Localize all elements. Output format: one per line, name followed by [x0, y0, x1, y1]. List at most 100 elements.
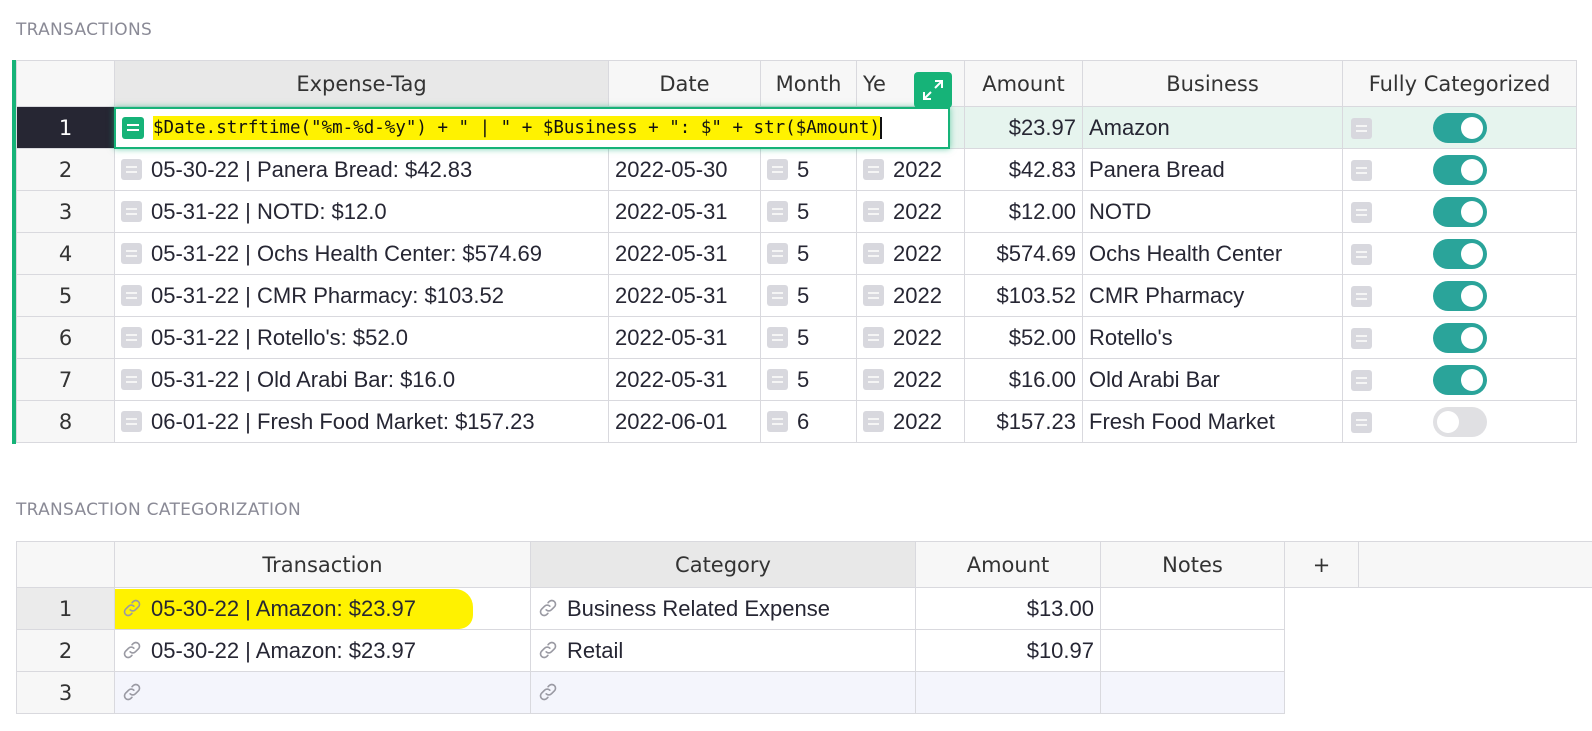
categorized-toggle[interactable]	[1432, 364, 1487, 395]
fully-categorized-cell[interactable]	[1342, 274, 1577, 317]
row-number[interactable]: 4	[16, 232, 115, 275]
fully-categorized-cell[interactable]	[1342, 106, 1577, 149]
expense-tag-cell[interactable]: 05-31-22 | Old Arabi Bar: $16.0	[114, 358, 609, 401]
amount-cell[interactable]: $574.69	[964, 232, 1083, 275]
category-ref-cell[interactable]	[530, 671, 916, 714]
notes-cell[interactable]	[1100, 629, 1285, 672]
year-cell[interactable]: 2022	[856, 232, 965, 275]
amount-cell[interactable]: $10.97	[915, 629, 1101, 672]
business-cell[interactable]: NOTD	[1082, 190, 1343, 233]
row-number[interactable]: 1	[16, 106, 115, 149]
business-cell[interactable]: Panera Bread	[1082, 148, 1343, 191]
business-cell[interactable]: Fresh Food Market	[1082, 400, 1343, 443]
month-cell[interactable]: 5	[760, 232, 857, 275]
month-cell[interactable]: 5	[760, 148, 857, 191]
date-cell[interactable]: 2022-05-31	[608, 232, 761, 275]
date-cell[interactable]: 2022-05-31	[608, 274, 761, 317]
categorized-toggle[interactable]	[1432, 406, 1487, 437]
categorized-toggle[interactable]	[1432, 196, 1487, 227]
col-header-date[interactable]: Date	[608, 60, 761, 107]
expense-tag-cell[interactable]: 05-30-22 | Panera Bread: $42.83	[114, 148, 609, 191]
business-cell[interactable]: Amazon	[1082, 106, 1343, 149]
formula-text[interactable]: $Date.strftime("%m-%d-%y") + " | " + $Bu…	[153, 116, 880, 140]
col-header-month[interactable]: Month	[760, 60, 857, 107]
amount-cell[interactable]: $12.00	[964, 190, 1083, 233]
month-cell[interactable]: 6	[760, 400, 857, 443]
date-cell[interactable]: 2022-05-30	[608, 148, 761, 191]
col-header-notes[interactable]: Notes	[1100, 541, 1285, 588]
table-row[interactable]: 2 05-30-22 | Panera Bread: $42.83 2022-05-…	[16, 148, 1577, 191]
fully-categorized-cell[interactable]	[1342, 316, 1577, 359]
expand-editor-button[interactable]	[914, 72, 952, 108]
col-header-transaction[interactable]: Transaction	[114, 541, 531, 588]
business-cell[interactable]: Ochs Health Center	[1082, 232, 1343, 275]
date-cell[interactable]: 2022-05-31	[608, 316, 761, 359]
table-row[interactable]: 6 05-31-22 | Rotello's: $52.0 2022-05-31 5 2…	[16, 316, 1577, 359]
row-number[interactable]: 3	[16, 190, 115, 233]
transaction-ref-cell[interactable]: 05-30-22 | Amazon: $23.97	[114, 629, 531, 672]
formula-editor[interactable]: $Date.strftime("%m-%d-%y") + " | " + $Bu…	[114, 107, 950, 149]
table-row[interactable]: 3	[16, 671, 1592, 714]
transaction-ref-cell[interactable]	[114, 671, 531, 714]
categorized-toggle[interactable]	[1432, 154, 1487, 185]
month-cell[interactable]: 5	[760, 274, 857, 317]
notes-cell[interactable]	[1100, 671, 1285, 714]
expense-tag-cell[interactable]: 05-31-22 | Rotello's: $52.0	[114, 316, 609, 359]
table-row[interactable]: 2 05-30-22 | Amazon: $23.97 Retail $10.97	[16, 629, 1592, 672]
categorized-toggle[interactable]	[1432, 238, 1487, 269]
amount-cell[interactable]	[915, 671, 1101, 714]
date-cell[interactable]: 2022-05-31	[608, 190, 761, 233]
month-cell[interactable]: 5	[760, 190, 857, 233]
fully-categorized-cell[interactable]	[1342, 400, 1577, 443]
year-cell[interactable]: 2022	[856, 274, 965, 317]
col-header-category[interactable]: Category	[530, 541, 916, 588]
categorized-toggle[interactable]	[1432, 322, 1487, 353]
fully-categorized-cell[interactable]	[1342, 148, 1577, 191]
amount-cell[interactable]: $13.00	[915, 587, 1101, 630]
expense-tag-cell[interactable]: 05-31-22 | NOTD: $12.0	[114, 190, 609, 233]
fully-categorized-cell[interactable]	[1342, 358, 1577, 401]
table-row[interactable]: 8 06-01-22 | Fresh Food Market: $157.23 20…	[16, 400, 1577, 443]
col-header-fully-categorized[interactable]: Fully Categorized	[1342, 60, 1577, 107]
table-row[interactable]: 1 05-30-22 | Amazon: $23.97 Business Relat…	[16, 587, 1592, 630]
year-cell[interactable]: 2022	[856, 400, 965, 443]
row-number[interactable]: 3	[16, 671, 115, 714]
categorized-toggle[interactable]	[1432, 112, 1487, 143]
expense-tag-cell[interactable]: 06-01-22 | Fresh Food Market: $157.23	[114, 400, 609, 443]
table-row[interactable]: 3 05-31-22 | NOTD: $12.0 2022-05-31 5 2022 $1…	[16, 190, 1577, 233]
row-number[interactable]: 1	[16, 587, 115, 630]
category-ref-cell[interactable]: Retail	[530, 629, 916, 672]
amount-cell[interactable]: $23.97	[964, 106, 1083, 149]
amount-cell[interactable]: $103.52	[964, 274, 1083, 317]
fully-categorized-cell[interactable]	[1342, 232, 1577, 275]
row-number[interactable]: 2	[16, 629, 115, 672]
year-cell[interactable]: 2022	[856, 316, 965, 359]
year-cell[interactable]: 2022	[856, 190, 965, 233]
amount-cell[interactable]: $42.83	[964, 148, 1083, 191]
year-cell[interactable]: 2022	[856, 358, 965, 401]
row-number[interactable]: 8	[16, 400, 115, 443]
year-cell[interactable]: 2022	[856, 148, 965, 191]
amount-cell[interactable]: $16.00	[964, 358, 1083, 401]
col-header-expense-tag[interactable]: Expense-Tag	[114, 60, 609, 107]
row-number[interactable]: 5	[16, 274, 115, 317]
date-cell[interactable]: 2022-05-31	[608, 358, 761, 401]
notes-cell[interactable]	[1100, 587, 1285, 630]
row-number[interactable]: 7	[16, 358, 115, 401]
date-cell[interactable]: 2022-06-01	[608, 400, 761, 443]
business-cell[interactable]: Old Arabi Bar	[1082, 358, 1343, 401]
add-column-button[interactable]: +	[1284, 541, 1359, 588]
table-row[interactable]: 7 05-31-22 | Old Arabi Bar: $16.0 2022-05-…	[16, 358, 1577, 401]
category-ref-cell[interactable]: Business Related Expense	[530, 587, 916, 630]
corner-cell[interactable]	[16, 541, 115, 588]
amount-cell[interactable]: $157.23	[964, 400, 1083, 443]
month-cell[interactable]: 5	[760, 316, 857, 359]
col-header-amount[interactable]: Amount	[915, 541, 1101, 588]
col-header-amount[interactable]: Amount	[964, 60, 1083, 107]
table-row[interactable]: 5 05-31-22 | CMR Pharmacy: $103.52 2022-05…	[16, 274, 1577, 317]
expense-tag-cell[interactable]: 05-31-22 | CMR Pharmacy: $103.52	[114, 274, 609, 317]
table-row[interactable]: 4 05-31-22 | Ochs Health Center: $574.69 2…	[16, 232, 1577, 275]
row-number[interactable]: 2	[16, 148, 115, 191]
transaction-ref-cell[interactable]: 05-30-22 | Amazon: $23.97	[114, 587, 531, 630]
month-cell[interactable]: 5	[760, 358, 857, 401]
